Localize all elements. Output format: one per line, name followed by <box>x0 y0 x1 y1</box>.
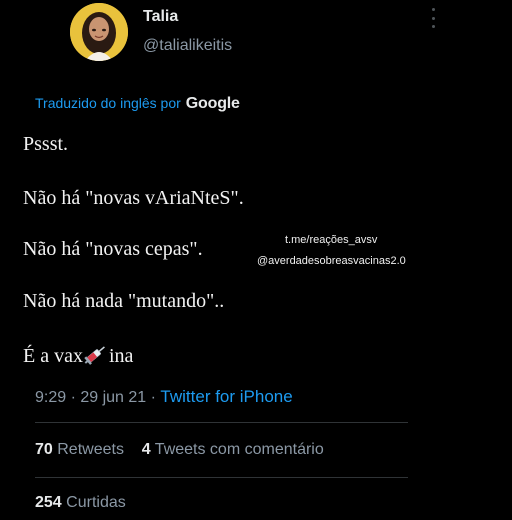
likes-stat[interactable]: 254 Curtidas <box>35 494 126 511</box>
source-app-link[interactable]: Twitter for iPhone <box>160 387 292 406</box>
translation-notice[interactable]: Traduzido do inglês por Google <box>35 95 240 113</box>
retweets-label: Retweets <box>57 441 124 458</box>
quote-tweets-label: Tweets com comentário <box>154 441 324 458</box>
tweet-time[interactable]: 9:29 <box>35 389 66 406</box>
meta-separator: · <box>66 389 81 406</box>
tweet-text-line-5: É a vax ina <box>23 343 133 371</box>
display-name[interactable]: Talia <box>143 8 178 26</box>
google-logo: Google <box>185 95 240 112</box>
more-options-icon[interactable] <box>426 8 440 28</box>
likes-count: 254 <box>35 494 62 511</box>
avatar-image <box>70 3 128 61</box>
translation-label: Traduzido do inglês por <box>35 95 181 111</box>
likes-label: Curtidas <box>66 494 126 511</box>
engagement-stats: 70 Retweets 4 Tweets com comentário <box>35 441 324 459</box>
tweet-text-line-3: Não há "novas cepas". <box>23 238 203 260</box>
divider <box>35 422 408 423</box>
divider <box>35 477 408 478</box>
tweet-text-line-1: Pssst. <box>23 133 69 155</box>
avatar[interactable] <box>70 3 128 61</box>
retweets-stat[interactable]: 70 Retweets <box>35 441 124 458</box>
retweets-count: 70 <box>35 441 53 458</box>
watermark-channel: t.me/reações_avsv <box>285 234 378 246</box>
syringe-icon <box>84 343 108 371</box>
tweet-text-ina: ina <box>108 345 134 367</box>
tweet-text-vax: É a vax <box>23 345 83 367</box>
tweet-date[interactable]: 29 jun 21 <box>80 389 146 406</box>
likes-stats: 254 Curtidas <box>35 494 126 512</box>
meta-separator: · <box>146 389 161 406</box>
quote-tweets-stat[interactable]: 4 Tweets com comentário <box>142 441 324 458</box>
tweet-text-line-2: Não há "novas vAriaNteS". <box>23 187 244 209</box>
tweet-meta: 9:29 · 29 jun 21 · Twitter for iPhone <box>35 387 293 407</box>
tweet-text-line-4: Não há nada "mutando".. <box>23 290 225 312</box>
watermark-handle: @averdadesobreasvacinas2.0 <box>257 255 406 267</box>
quote-tweets-count: 4 <box>141 441 151 458</box>
user-handle[interactable]: @talialikeitis <box>143 37 232 55</box>
